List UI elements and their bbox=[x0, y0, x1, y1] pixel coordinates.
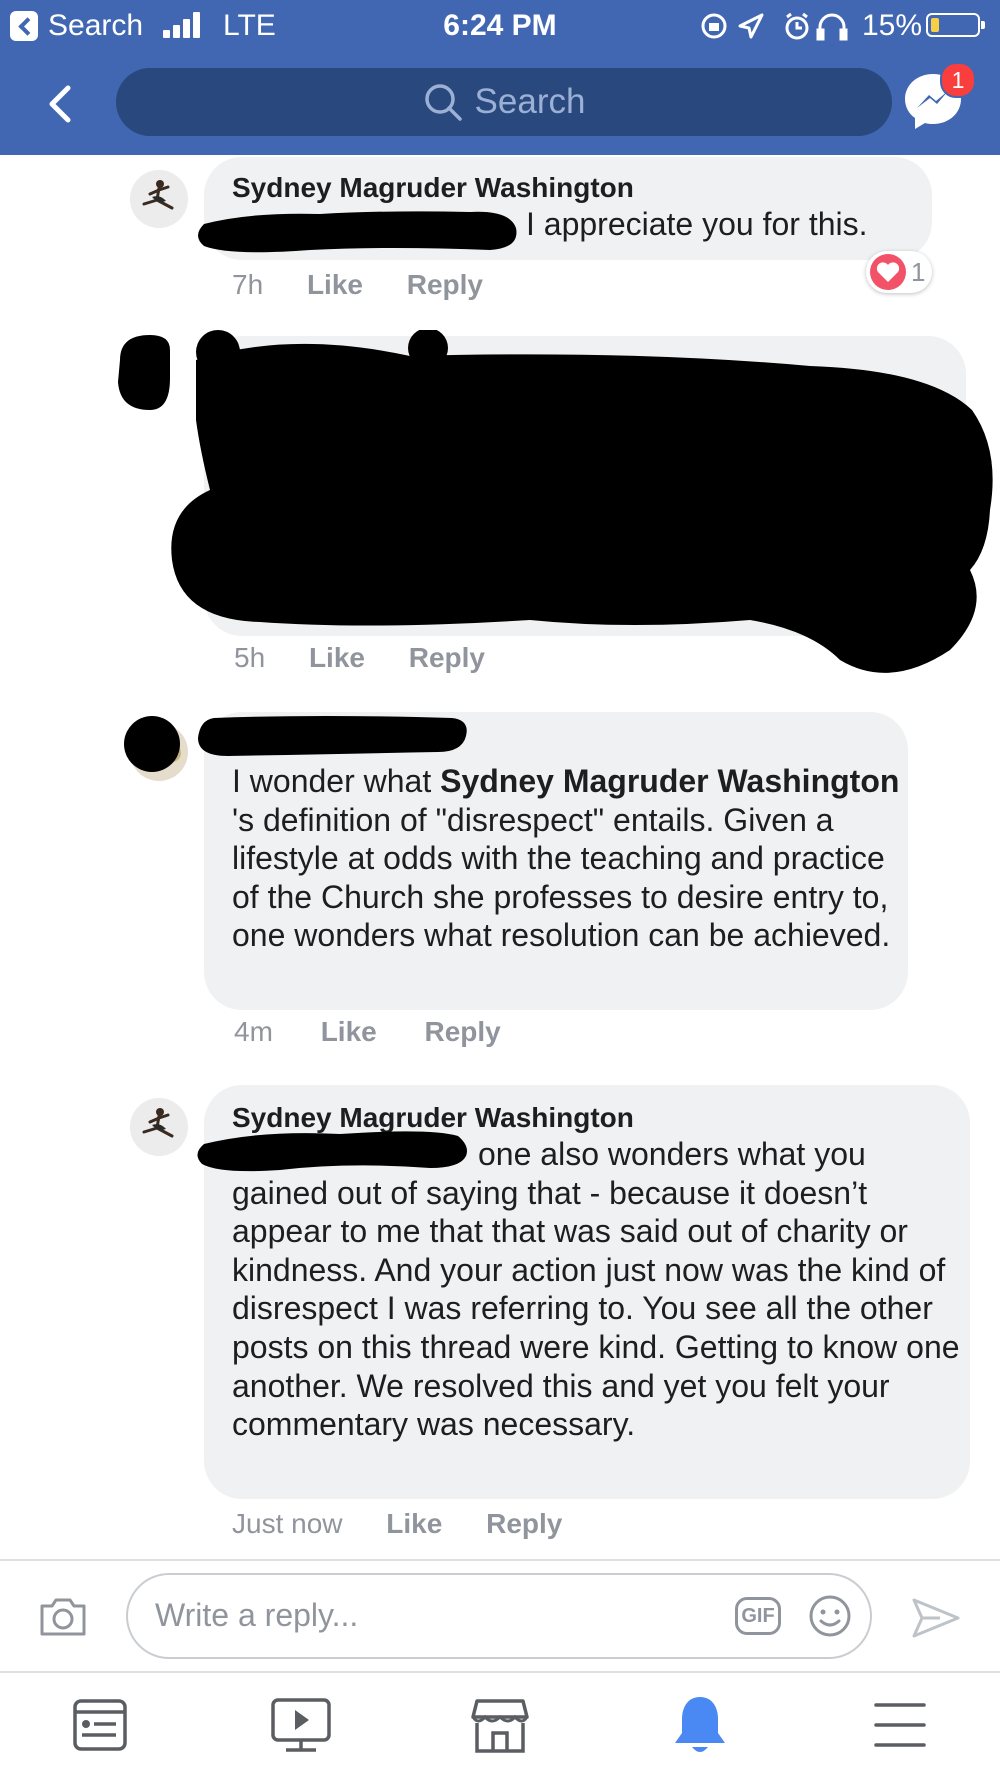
reply-button[interactable]: Reply bbox=[409, 642, 485, 673]
avatar-dancer-image bbox=[130, 1098, 188, 1156]
comment-time: 7h bbox=[232, 269, 264, 300]
clock: 6:24 PM bbox=[443, 9, 557, 42]
alarm-icon bbox=[785, 12, 809, 40]
comment-text: I appreciate you for this. bbox=[526, 206, 868, 242]
location-icon bbox=[738, 13, 764, 39]
watch-icon[interactable] bbox=[270, 1695, 332, 1757]
headphones-icon bbox=[816, 13, 848, 41]
love-reaction-icon bbox=[870, 254, 906, 290]
reply-button[interactable]: Reply bbox=[407, 269, 483, 300]
redaction-scribble bbox=[118, 330, 993, 673]
marketplace-icon[interactable] bbox=[469, 1695, 531, 1757]
reply-button[interactable]: Reply bbox=[486, 1508, 562, 1539]
comment-text: one also wonders what you gained out of … bbox=[232, 1136, 960, 1443]
like-button[interactable]: Like bbox=[307, 269, 363, 300]
comment-time: 4m bbox=[234, 1016, 273, 1047]
back-button[interactable] bbox=[40, 82, 80, 126]
reaction-summary[interactable]: 1 bbox=[866, 251, 932, 293]
reply-placeholder: Write a reply... bbox=[155, 1597, 359, 1633]
status-icons bbox=[701, 12, 848, 41]
rotation-lock-icon bbox=[701, 13, 727, 39]
comment-meta: 4m Like Reply bbox=[234, 1015, 501, 1049]
top-bar: Search LTE 6:24 PM 15% Search 1 bbox=[0, 0, 1000, 155]
like-button[interactable]: Like bbox=[386, 1508, 442, 1539]
avatar-dancer-image bbox=[130, 170, 188, 228]
notifications-icon[interactable] bbox=[672, 1693, 728, 1757]
news-feed-icon[interactable] bbox=[72, 1697, 128, 1753]
search-icon bbox=[424, 84, 462, 121]
comment-meta: Just now Like Reply bbox=[232, 1507, 562, 1541]
battery-percent: 15% bbox=[862, 9, 923, 42]
comment-meta: 5h Like Reply bbox=[234, 641, 485, 675]
like-button[interactable]: Like bbox=[309, 642, 365, 673]
comment-text-prefix: I wonder what bbox=[232, 763, 441, 799]
menu-icon[interactable] bbox=[873, 1701, 927, 1749]
avatar[interactable] bbox=[130, 1098, 188, 1156]
divider bbox=[0, 1559, 1000, 1561]
reply-button[interactable]: Reply bbox=[425, 1016, 501, 1047]
comment-text-suffix: 's definition of "disrespect" entails. G… bbox=[232, 801, 891, 954]
messenger-badge: 1 bbox=[940, 62, 976, 98]
comment-meta: 7h Like Reply bbox=[232, 268, 483, 302]
like-button[interactable]: Like bbox=[321, 1016, 377, 1047]
sticker-icon[interactable] bbox=[808, 1594, 852, 1638]
send-icon[interactable] bbox=[910, 1596, 962, 1640]
search-input[interactable]: Search bbox=[116, 68, 892, 136]
reaction-count: 1 bbox=[911, 257, 926, 287]
avatar[interactable] bbox=[130, 170, 188, 228]
camera-icon[interactable] bbox=[38, 1596, 88, 1638]
mention-link[interactable]: Sydney Magruder Washington bbox=[440, 763, 899, 799]
comment-time: 5h bbox=[234, 642, 266, 673]
divider bbox=[0, 1671, 1000, 1673]
redaction-scribble bbox=[198, 211, 517, 253]
battery-icon bbox=[926, 13, 985, 37]
gif-button[interactable]: GIF bbox=[735, 1597, 781, 1635]
comment-text: I wonder what Sydney Magruder Washington… bbox=[232, 762, 900, 955]
redaction-scribble bbox=[197, 1131, 468, 1172]
search-placeholder: Search bbox=[474, 82, 586, 121]
comment-time: Just now bbox=[232, 1508, 343, 1539]
